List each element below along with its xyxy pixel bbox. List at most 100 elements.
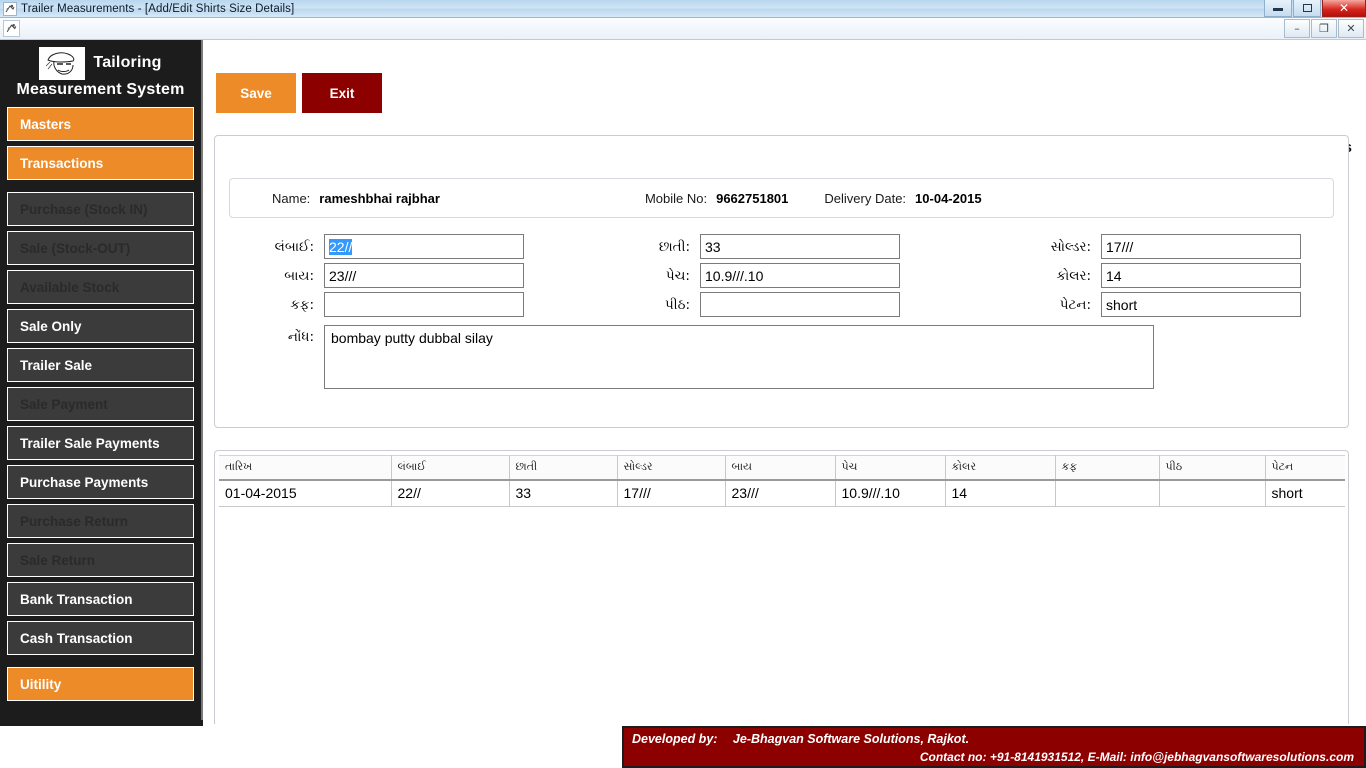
input-collar[interactable]: 14 bbox=[1101, 263, 1301, 288]
developer-company: Je-Bhagvan Software Solutions, Rajkot. bbox=[732, 732, 970, 746]
mdi-restore-button[interactable]: ❐ bbox=[1311, 19, 1337, 38]
column-header-baay[interactable]: બાય bbox=[725, 455, 836, 481]
label-kaf: કફ: bbox=[290, 296, 314, 313]
column-header-tarikh[interactable]: તારિખ bbox=[219, 455, 392, 481]
sidebar-item-bank-transaction[interactable]: Bank Transaction bbox=[7, 582, 194, 616]
footer-credits-bar: Developed by: Je-Bhagvan Software Soluti… bbox=[622, 726, 1366, 768]
measurement-form-panel: Name: rameshbhai rajbhar Mobile No: 9662… bbox=[214, 135, 1349, 428]
save-button[interactable]: Save bbox=[216, 73, 296, 113]
cell-kaf[interactable] bbox=[1055, 479, 1160, 507]
table-row[interactable]: 01-04-2015 22// 33 17/// 23/// 10.9///.1… bbox=[219, 479, 1345, 507]
window-title-bar: Trailer Measurements - [Add/Edit Shirts … bbox=[0, 0, 1366, 18]
customer-header-box: Name: rameshbhai rajbhar Mobile No: 9662… bbox=[229, 178, 1334, 218]
developed-by-label: Developed by: bbox=[632, 732, 718, 746]
input-lambai-value: 22// bbox=[329, 238, 353, 255]
sidebar-item-sale-only[interactable]: Sale Only bbox=[7, 309, 194, 343]
table-header-row: તારિખ લંબાઈ છાતી સોલ્ડર બાય પેચ કોલર કફ … bbox=[219, 455, 1345, 481]
note-row: નોંધ: bombay putty dubbal silay bbox=[229, 325, 1334, 389]
mdi-minimize-button[interactable]: – bbox=[1284, 19, 1310, 38]
sidebar-item-purchase-payments[interactable]: Purchase Payments bbox=[7, 465, 194, 499]
input-pech-value: 10.9///.10 bbox=[705, 267, 764, 284]
sidebar-item-available-stock[interactable]: Available Stock bbox=[7, 270, 194, 304]
window-minimize-button[interactable] bbox=[1264, 0, 1292, 17]
input-kaf[interactable] bbox=[324, 292, 524, 317]
sidebar-divider bbox=[4, 185, 197, 192]
footer-contact-line: Contact no: +91-8141931512, E-Mail: info… bbox=[919, 750, 1354, 764]
sidebar-item-trailer-sale[interactable]: Trailer Sale bbox=[7, 348, 194, 382]
label-baay: બાય: bbox=[284, 267, 314, 284]
label-pith: પીઠ: bbox=[664, 296, 690, 313]
sidebar-item-purchase-stock-in[interactable]: Purchase (Stock IN) bbox=[7, 192, 194, 226]
sidebar-nav-list: Masters Transactions Purchase (Stock IN)… bbox=[4, 103, 197, 701]
main-content: Save Exit Shirts Size Details Name: rame… bbox=[205, 40, 1366, 724]
mdi-window-controls: – ❐ ✕ bbox=[1283, 19, 1364, 38]
column-header-chhati[interactable]: છાતી bbox=[509, 455, 618, 481]
input-solder-value: 17/// bbox=[1106, 238, 1134, 255]
column-header-kaf[interactable]: કફ bbox=[1055, 455, 1160, 481]
cell-solder[interactable]: 17/// bbox=[617, 479, 726, 507]
mdi-app-icon bbox=[3, 20, 20, 37]
input-chhati[interactable]: 33 bbox=[700, 234, 900, 259]
measurement-row-3: કફ: પીઠ: પેટન: short bbox=[229, 290, 1334, 319]
sidebar-item-sale-payment[interactable]: Sale Payment bbox=[7, 387, 194, 421]
mdi-close-button[interactable]: ✕ bbox=[1338, 19, 1364, 38]
sidebar: Tailoring Measurement System Masters Tra… bbox=[0, 40, 203, 720]
measurement-row-1: લંબાઈ: 22// છાતી: 33 સોલ્ડર: 17/// bbox=[229, 232, 1334, 261]
label-pech: પેચ: bbox=[665, 267, 690, 284]
window-title: Trailer Measurements - [Add/Edit Shirts … bbox=[21, 2, 295, 15]
cell-chhati[interactable]: 33 bbox=[509, 479, 618, 507]
delivery-date-value: 10-04-2015 bbox=[915, 190, 982, 206]
exit-button[interactable]: Exit bbox=[302, 73, 382, 113]
cell-collar[interactable]: 14 bbox=[945, 479, 1056, 507]
column-header-lambai[interactable]: લંબાઈ bbox=[391, 455, 510, 481]
window-controls: ✕ bbox=[1263, 0, 1366, 18]
sidebar-item-sale-stock-out[interactable]: Sale (Stock-OUT) bbox=[7, 231, 194, 265]
footer-line-1: Developed by: Je-Bhagvan Software Soluti… bbox=[632, 732, 969, 746]
sidebar-item-utility[interactable]: Uitility bbox=[7, 667, 194, 701]
mdi-child-bar: – ❐ ✕ bbox=[0, 18, 1366, 40]
label-petan: પેટન: bbox=[1059, 296, 1091, 313]
name-label: Name: bbox=[272, 190, 311, 206]
input-solder[interactable]: 17/// bbox=[1101, 234, 1301, 259]
input-nondh-value: bombay putty dubbal silay bbox=[331, 330, 493, 346]
sidebar-item-cash-transaction[interactable]: Cash Transaction bbox=[7, 621, 194, 655]
cell-pith[interactable] bbox=[1159, 479, 1266, 507]
label-chhati: છાતી: bbox=[658, 238, 690, 255]
cell-baay[interactable]: 23/// bbox=[725, 479, 836, 507]
sidebar-item-transactions[interactable]: Transactions bbox=[7, 146, 194, 180]
input-pech[interactable]: 10.9///.10 bbox=[700, 263, 900, 288]
sidebar-divider-2 bbox=[4, 660, 197, 667]
app-icon bbox=[3, 1, 17, 16]
cell-tarikh[interactable]: 01-04-2015 bbox=[219, 479, 392, 507]
sidebar-item-purchase-return[interactable]: Purchase Return bbox=[7, 504, 194, 538]
sidebar-item-sale-return[interactable]: Sale Return bbox=[7, 543, 194, 577]
measurement-history-grid[interactable]: તારિખ લંબાઈ છાતી સોલ્ડર બાય પેચ કોલર કફ … bbox=[219, 455, 1345, 724]
label-lambai: લંબાઈ: bbox=[274, 238, 314, 255]
brand-line-1: Tailoring bbox=[93, 54, 162, 71]
column-header-pech[interactable]: પેચ bbox=[835, 455, 946, 481]
brand-line-2: Measurement System bbox=[16, 80, 185, 98]
column-header-solder[interactable]: સોલ્ડર bbox=[617, 455, 726, 481]
cell-pech[interactable]: 10.9///.10 bbox=[835, 479, 946, 507]
input-collar-value: 14 bbox=[1106, 267, 1122, 284]
input-nondh[interactable]: bombay putty dubbal silay bbox=[324, 325, 1154, 389]
input-petan[interactable]: short bbox=[1101, 292, 1301, 317]
delivery-date-label: Delivery Date: bbox=[824, 190, 907, 206]
window-close-button[interactable]: ✕ bbox=[1322, 0, 1366, 17]
window-restore-button[interactable] bbox=[1293, 0, 1321, 17]
input-baay[interactable]: 23/// bbox=[324, 263, 524, 288]
column-header-collar[interactable]: કોલર bbox=[945, 455, 1056, 481]
sidebar-item-masters[interactable]: Masters bbox=[7, 107, 194, 141]
tailor-logo-icon bbox=[39, 46, 86, 80]
sidebar-item-trailer-sale-payments[interactable]: Trailer Sale Payments bbox=[7, 426, 194, 460]
action-button-row: Save Exit bbox=[216, 73, 382, 113]
column-header-petan[interactable]: પેટન bbox=[1265, 455, 1345, 481]
measurement-row-2: બાય: 23/// પેચ: 10.9///.10 કોલર: 14 bbox=[229, 261, 1334, 290]
input-lambai[interactable]: 22// bbox=[324, 234, 524, 259]
input-pith[interactable] bbox=[700, 292, 900, 317]
column-header-pith[interactable]: પીઠ bbox=[1159, 455, 1266, 481]
brand-header: Tailoring Measurement System bbox=[4, 40, 197, 103]
name-value: rameshbhai rajbhar bbox=[319, 190, 440, 206]
cell-lambai[interactable]: 22// bbox=[391, 479, 510, 507]
cell-petan[interactable]: short bbox=[1265, 479, 1345, 507]
